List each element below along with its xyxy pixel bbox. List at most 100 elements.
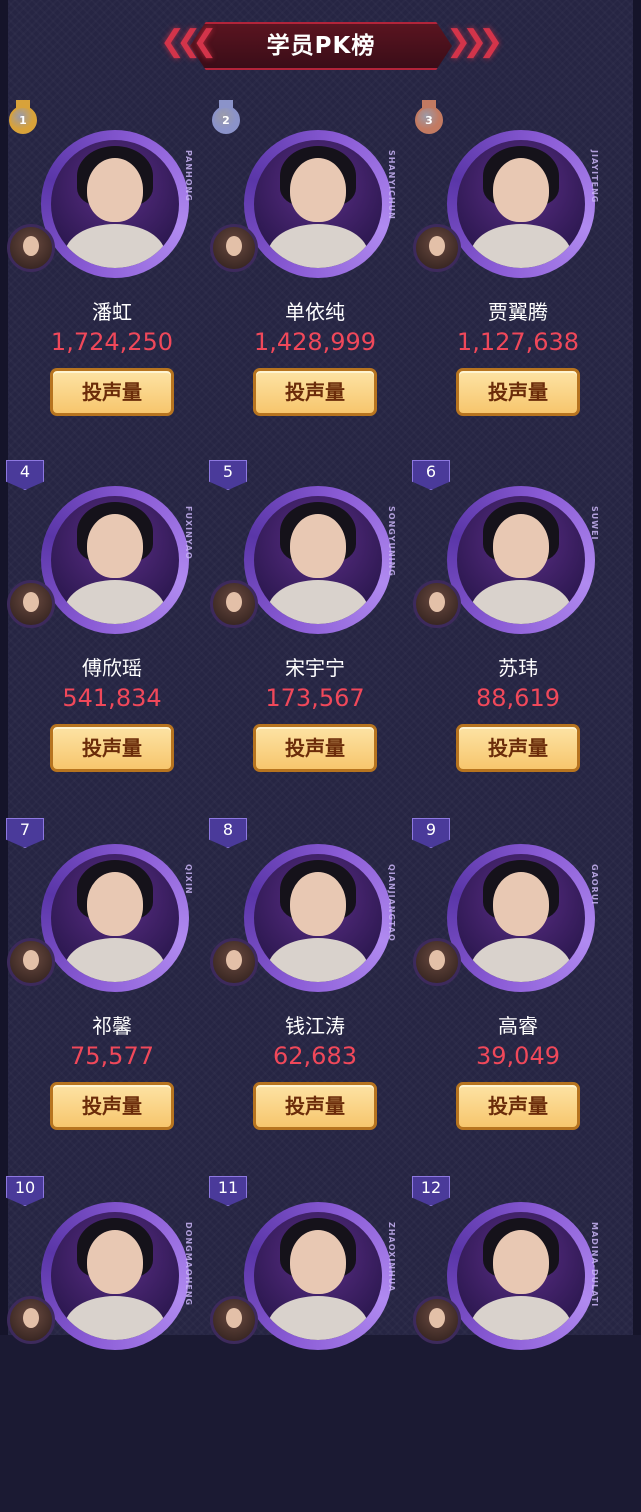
mentor-avatar bbox=[7, 938, 55, 986]
rank-badge: 5 bbox=[209, 460, 247, 490]
vote-count: 39,049 bbox=[476, 1042, 560, 1070]
contestant-photo[interactable]: ZHAOXINHUA bbox=[244, 1202, 396, 1350]
contestant-card[interactable]: 2 SHANYICHUN 单依纯 1,428,999 投声量 bbox=[207, 100, 411, 440]
photo-face bbox=[87, 872, 143, 936]
contestant-photo[interactable]: QIXIN bbox=[41, 844, 193, 992]
photo-frame bbox=[457, 1212, 585, 1340]
medal-rank: 1 bbox=[9, 106, 37, 134]
contestant-photo[interactable]: SHANYICHUN bbox=[244, 130, 396, 278]
contestant-card[interactable]: 1 PANHONG 潘虹 1,724,250 投声量 bbox=[4, 100, 208, 440]
pinyin-name: QIXIN bbox=[184, 864, 193, 895]
contestant-card[interactable]: 4 FUXINYAO 傅欣瑶 541,834 投声量 bbox=[4, 456, 208, 796]
vote-count: 88,619 bbox=[476, 684, 560, 712]
photo-face bbox=[493, 158, 549, 222]
photo-frame bbox=[51, 854, 179, 982]
contestant-card[interactable]: 12 MADINA-DULATI bbox=[410, 1172, 614, 1512]
pinyin-name: QIANJIANGTAO bbox=[387, 864, 396, 942]
photo-body bbox=[471, 1296, 571, 1340]
vote-button[interactable]: 投声量 bbox=[50, 724, 174, 772]
medal-silver-icon: 2 bbox=[212, 100, 240, 134]
vote-button[interactable]: 投声量 bbox=[253, 1082, 377, 1130]
contestant-photo[interactable]: PANHONG bbox=[41, 130, 193, 278]
contestant-card[interactable]: 7 QIXIN 祁馨 75,577 投声量 bbox=[4, 814, 208, 1154]
page-title: 学员PK榜 bbox=[266, 33, 376, 59]
mentor-avatar bbox=[210, 1296, 258, 1344]
photo-body bbox=[471, 580, 571, 624]
photo-body bbox=[268, 224, 368, 268]
vote-button[interactable]: 投声量 bbox=[253, 368, 377, 416]
mentor-face bbox=[23, 592, 39, 612]
mentor-avatar bbox=[7, 224, 55, 272]
photo-body bbox=[268, 1296, 368, 1340]
pinyin-name: SUWEI bbox=[590, 506, 599, 541]
vote-count: 75,577 bbox=[70, 1042, 154, 1070]
mentor-avatar bbox=[413, 224, 461, 272]
mentor-avatar bbox=[210, 224, 258, 272]
contestant-card[interactable]: 10 DONGMAOHENG bbox=[4, 1172, 208, 1512]
contestant-name: 贾翼腾 bbox=[488, 300, 548, 324]
pinyin-name: MADINA-DULATI bbox=[590, 1222, 599, 1308]
pinyin-name: PANHONG bbox=[184, 150, 193, 202]
mentor-avatar bbox=[7, 1296, 55, 1344]
rank-badge: 8 bbox=[209, 818, 247, 848]
contestant-photo[interactable]: FUXINYAO bbox=[41, 486, 193, 634]
contestant-photo[interactable]: QIANJIANGTAO bbox=[244, 844, 396, 992]
mentor-avatar bbox=[413, 580, 461, 628]
mentor-face bbox=[23, 236, 39, 256]
photo-face bbox=[87, 514, 143, 578]
mentor-face bbox=[23, 1308, 39, 1328]
contestant-photo[interactable]: MADINA-DULATI bbox=[447, 1202, 599, 1350]
mentor-avatar bbox=[210, 580, 258, 628]
mentor-face bbox=[226, 592, 242, 612]
contestant-card[interactable]: 11 ZHAOXINHUA bbox=[207, 1172, 411, 1512]
mentor-face bbox=[23, 950, 39, 970]
photo-face bbox=[87, 1230, 143, 1294]
contestant-card[interactable]: 9 GAORUI 高睿 39,049 投声量 bbox=[410, 814, 614, 1154]
contestant-photo[interactable]: DONGMAOHENG bbox=[41, 1202, 193, 1350]
photo-face bbox=[87, 158, 143, 222]
pinyin-name: JIAYITENG bbox=[590, 150, 599, 204]
contestant-name: 钱江涛 bbox=[285, 1014, 345, 1038]
vote-button[interactable]: 投声量 bbox=[50, 368, 174, 416]
vote-button[interactable]: 投声量 bbox=[456, 368, 580, 416]
contestant-name: 单依纯 bbox=[285, 300, 345, 324]
pinyin-name: DONGMAOHENG bbox=[184, 1222, 193, 1307]
photo-frame bbox=[51, 1212, 179, 1340]
contestant-card[interactable]: 8 QIANJIANGTAO 钱江涛 62,683 投声量 bbox=[207, 814, 411, 1154]
contestant-card[interactable]: 3 JIAYITENG 贾翼腾 1,127,638 投声量 bbox=[410, 100, 614, 440]
rank-badge: 4 bbox=[6, 460, 44, 490]
rank-badge: 12 bbox=[412, 1176, 450, 1206]
medal-bronze-icon: 3 bbox=[415, 100, 443, 134]
mentor-avatar bbox=[413, 1296, 461, 1344]
photo-face bbox=[290, 1230, 346, 1294]
photo-frame bbox=[457, 854, 585, 982]
vote-button[interactable]: 投声量 bbox=[50, 1082, 174, 1130]
medal-rank: 3 bbox=[415, 106, 443, 134]
medal-rank: 2 bbox=[212, 106, 240, 134]
contestant-photo[interactable]: SONGYUNING bbox=[244, 486, 396, 634]
photo-frame bbox=[457, 140, 585, 268]
contestant-photo[interactable]: SUWEI bbox=[447, 486, 599, 634]
photo-face bbox=[290, 158, 346, 222]
vote-button[interactable]: 投声量 bbox=[456, 1082, 580, 1130]
leaderboard-header: ❮❮❮ 学员PK榜 ❯❯❯ bbox=[0, 0, 641, 80]
contestant-photo[interactable]: GAORUI bbox=[447, 844, 599, 992]
mentor-face bbox=[226, 1308, 242, 1328]
mentor-avatar bbox=[210, 938, 258, 986]
mentor-avatar bbox=[413, 938, 461, 986]
right-edge bbox=[633, 0, 641, 1335]
photo-face bbox=[290, 514, 346, 578]
pinyin-name: GAORUI bbox=[590, 864, 599, 906]
contestant-card[interactable]: 5 SONGYUNING 宋宇宁 173,567 投声量 bbox=[207, 456, 411, 796]
contestant-name: 高睿 bbox=[498, 1014, 538, 1038]
pinyin-name: FUXINYAO bbox=[184, 506, 193, 560]
contestant-photo[interactable]: JIAYITENG bbox=[447, 130, 599, 278]
photo-body bbox=[471, 938, 571, 982]
medal-gold-icon: 1 bbox=[9, 100, 37, 134]
photo-body bbox=[268, 580, 368, 624]
vote-button[interactable]: 投声量 bbox=[253, 724, 377, 772]
contestant-card[interactable]: 6 SUWEI 苏玮 88,619 投声量 bbox=[410, 456, 614, 796]
contestant-name: 宋宇宁 bbox=[285, 656, 345, 680]
vote-button[interactable]: 投声量 bbox=[456, 724, 580, 772]
mentor-face bbox=[226, 236, 242, 256]
